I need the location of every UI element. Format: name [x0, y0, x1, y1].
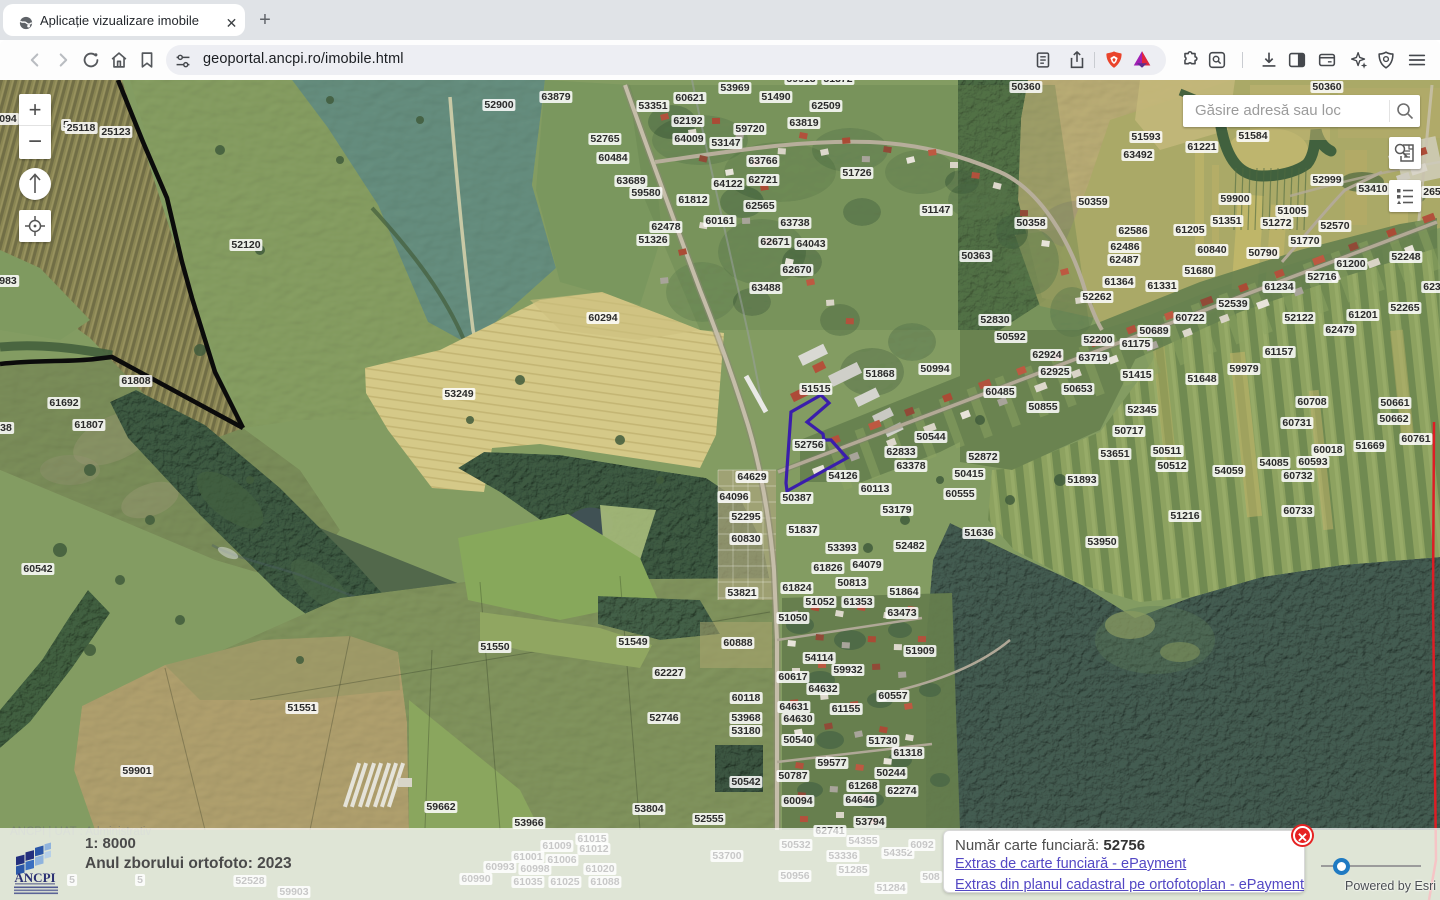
svg-text:ANCPI: ANCPI	[14, 870, 55, 885]
